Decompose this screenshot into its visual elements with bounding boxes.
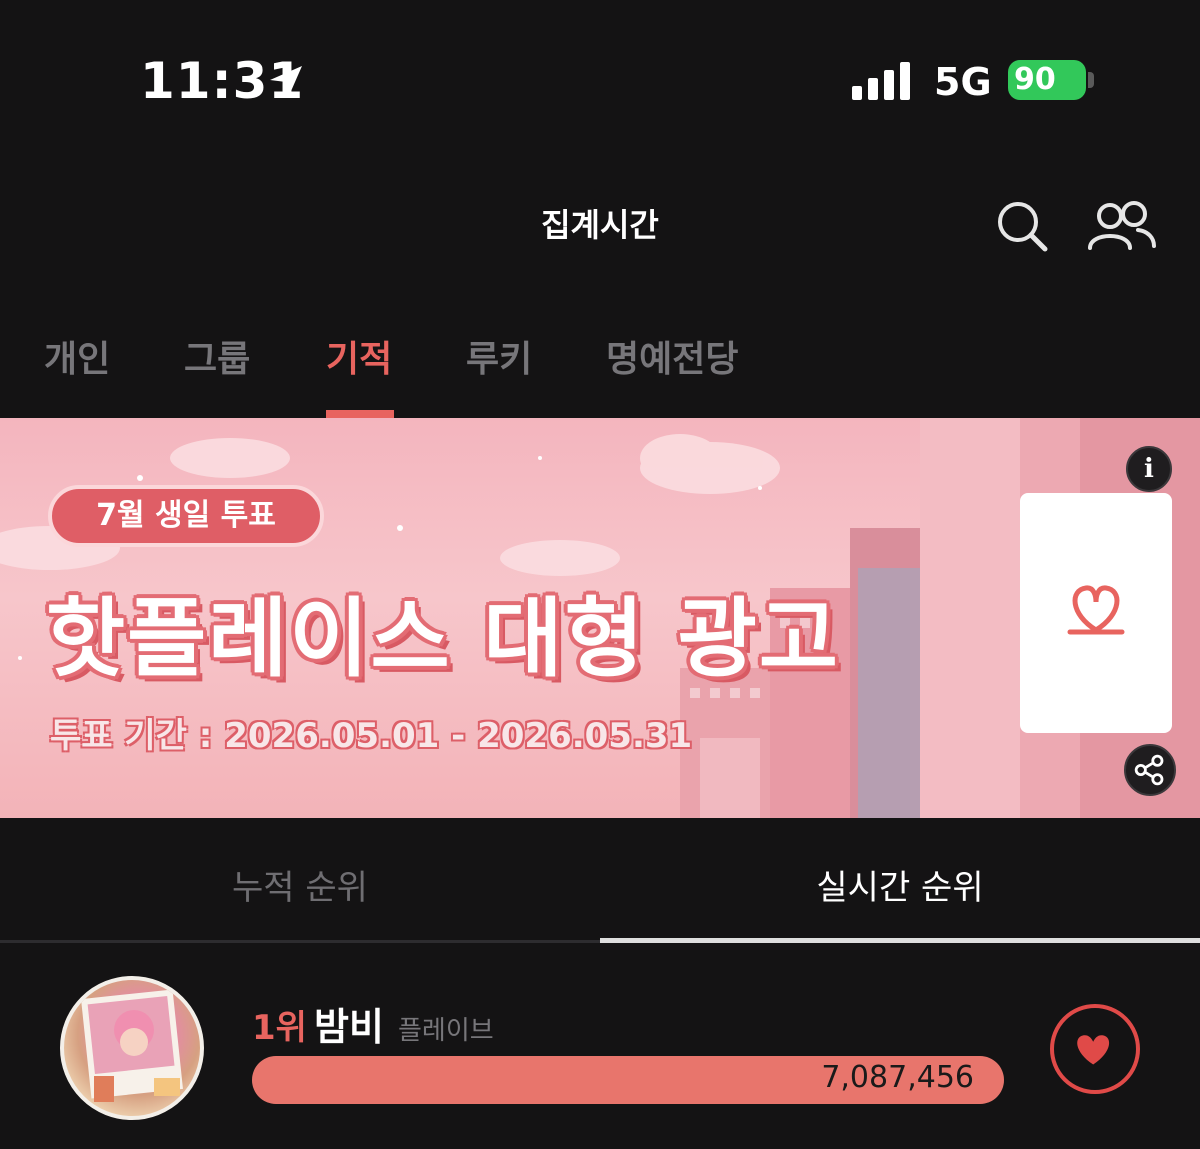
vote-count: 7,087,456 — [821, 1060, 974, 1095]
vote-progress-bar: 7,087,456 — [252, 1056, 1004, 1104]
ranking-row[interactable]: 1위 밤비 플레이브 7,087,456 — [0, 960, 1200, 1140]
tab-group[interactable]: 그룹 — [184, 330, 250, 382]
tab-hall-of-fame[interactable]: 명예전당 — [606, 330, 738, 382]
info-icon[interactable]: i — [1126, 446, 1172, 492]
battery-nub — [1088, 72, 1094, 88]
vote-heart-button[interactable] — [1050, 1004, 1140, 1094]
heart-icon — [1077, 1035, 1110, 1065]
banner-badge: 7월 생일 투표 — [48, 485, 324, 547]
active-ranking-indicator — [600, 938, 1200, 943]
active-tab-indicator — [326, 410, 394, 418]
tab-divider — [0, 940, 600, 943]
banner-headline: 핫플레이스 대형 광고 — [46, 589, 840, 689]
ranking-tabs: 누적 순위 실시간 순위 — [0, 818, 1200, 944]
rank-number: 1위 — [252, 1008, 307, 1048]
idol-name: 밤비 — [314, 1005, 384, 1049]
share-icon[interactable] — [1124, 744, 1176, 796]
tab-cumulative-ranking[interactable]: 누적 순위 — [0, 860, 600, 909]
network-label: 5G — [934, 60, 992, 104]
friends-icon[interactable] — [1086, 200, 1158, 252]
battery-level: 90 — [1014, 62, 1056, 97]
tab-rookie[interactable]: 루키 — [466, 330, 532, 382]
signal-icon — [852, 62, 910, 100]
avatar-illustration — [81, 989, 183, 1102]
search-icon[interactable] — [996, 200, 1048, 252]
category-tabs: 개인 그룹 기적 루키 명예전당 — [0, 320, 1200, 418]
tab-realtime-ranking[interactable]: 실시간 순위 — [600, 860, 1200, 909]
banner-period: 투표 기간 : 2026.05.01 - 2026.05.31 — [50, 716, 693, 756]
event-banner[interactable]: 7월 생일 투표 핫플레이스 대형 광고 투표 기간 : 2026.05.01 … — [0, 418, 1200, 818]
tab-personal[interactable]: 개인 — [44, 330, 110, 382]
location-arrow-icon — [270, 66, 302, 98]
tab-miracle[interactable]: 기적 — [326, 330, 392, 382]
avatar — [60, 976, 204, 1120]
group-name: 플레이브 — [398, 1016, 494, 1046]
status-bar: 11:31 5G 90 — [0, 0, 1200, 150]
